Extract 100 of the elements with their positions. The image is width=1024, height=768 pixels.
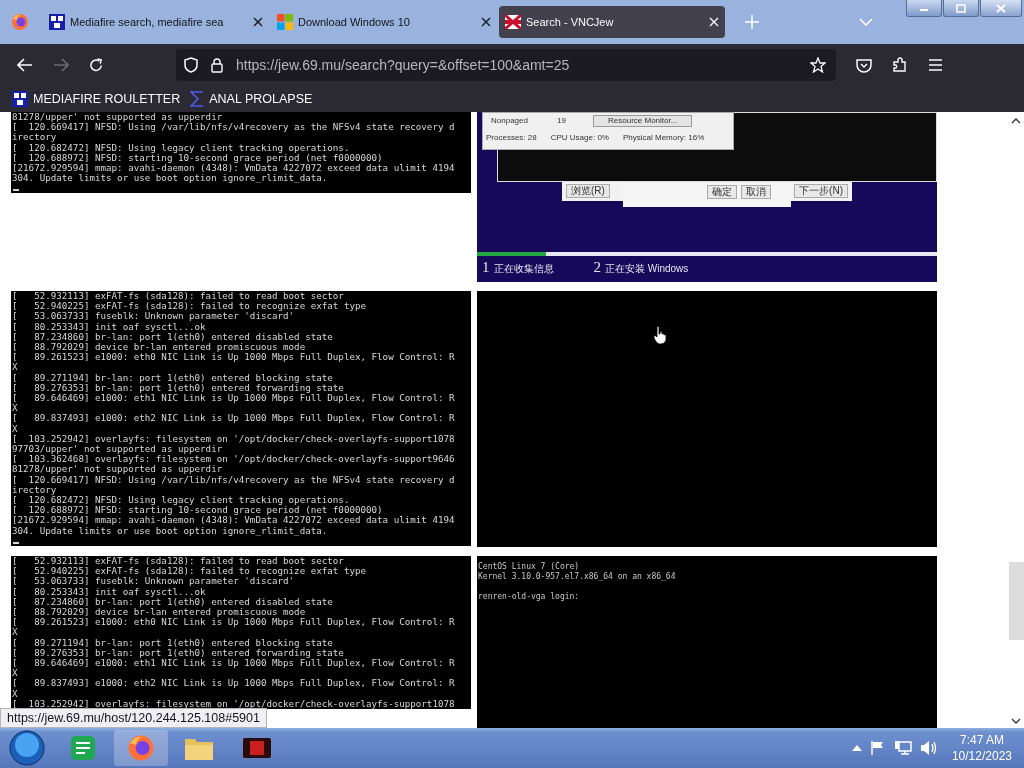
terminal-screenshot[interactable] [11, 291, 471, 546]
maximize-button[interactable] [943, 0, 979, 17]
close-icon [996, 3, 1006, 13]
step-number: 2 [593, 259, 601, 276]
terminal-line: [ 120.682472] NFSD: Using legacy client tracking operations. [12, 142, 351, 153]
minimize-button[interactable] [906, 0, 942, 17]
bookmark-item[interactable]: MEDIAFIRE ROULETTER [12, 91, 181, 107]
terminal-line: [ 89.646469] e1000: eth1 NIC Link is Up 1000 Mbps Full Duplex, Flow Control: R [12, 393, 456, 404]
step-label: 正在安装 Windows [605, 262, 689, 276]
scrollbar-thumb[interactable] [1008, 562, 1024, 640]
close-button[interactable] [980, 0, 1022, 17]
terminal-line: [ 52.940225] exFAT-fs (sda128): failed to recognize exfat type [12, 301, 367, 312]
address-bar[interactable]: https://jew.69.mu/search?query=&offset=100&amt=25 [176, 49, 836, 81]
reload-icon[interactable] [89, 57, 104, 73]
step-label: 正在收集信息 [493, 262, 554, 276]
taskbar-app[interactable] [114, 730, 168, 766]
terminal-line: [ 52.940225] exFAT-fs (sda128): failed to recognize exfat type [12, 566, 367, 577]
terminal-line: [ 52.932113] exFAT-fs (sda128): failed to read boot sector [12, 556, 345, 567]
stat-label: Nonpaged [491, 116, 529, 126]
console-line: CentOS Linux 7 (Core) [478, 562, 581, 572]
scroll-down-icon[interactable] [1011, 718, 1021, 724]
terminal-line: [ 88.792029] device br-lan entered promiscuous mode [12, 342, 307, 353]
terminal-line: X [12, 668, 19, 679]
terminal-line: [ 88.792029] device br-lan entered promiscuous mode [12, 607, 307, 618]
terminal-line: [ 103.252942] overlayfs: filesystem on '/opt/docker/check-overlayfs-support1078 [12, 433, 456, 445]
hand-cursor-icon [653, 325, 667, 345]
step-number: 1 [482, 259, 490, 276]
notes-app-icon [70, 735, 96, 761]
menu-icon[interactable] [928, 59, 943, 71]
status-text: Physical Memory: 16% [622, 133, 705, 143]
close-icon[interactable] [481, 17, 491, 27]
browser-logo-icon[interactable] [11, 13, 29, 31]
forward-icon[interactable] [53, 58, 69, 72]
back-icon[interactable] [17, 58, 33, 72]
flag-icon[interactable] [869, 740, 886, 756]
terminal-line: [ 89.837493] e1000: eth2 NIC Link is Up 1000 Mbps Full Duplex, Flow Control: R [12, 413, 456, 424]
dialog-button: 取消 [741, 185, 771, 199]
lock-icon[interactable] [211, 57, 223, 73]
status-text: Processes: 28 [486, 133, 537, 143]
terminal-line: [21672.929594] mmap: avahi-daemon (4348): VmData 4227072 exceed data ulimit 4194 [12, 515, 456, 526]
browser-tab[interactable]: Mediafire search, mediafire sea [43, 6, 269, 38]
terminal-line: [ 53.063733] fuseblk: Unknown parameter 'discard' [12, 311, 295, 322]
favicon-icon [49, 14, 65, 30]
flag-favicon-icon [505, 15, 521, 29]
maximize-icon [956, 3, 966, 13]
terminal-line: [ 89.276353] br-lan: port 1(eth0) entered forwarding state [12, 382, 345, 394]
terminal-line: [ 89.646469] e1000: eth1 NIC Link is Up 1000 Mbps Full Duplex, Flow Control: R [12, 658, 456, 669]
terminal-line: [ 120.688972] NFSD: starting 10-second grace period (net f0000000) [12, 152, 384, 163]
favicon-icon [12, 91, 28, 107]
terminal-line: [ 89.271194] br-lan: port 1(eth0) entered blocking state [12, 372, 334, 383]
status-text: CPU Usage: 0% [550, 133, 609, 143]
terminal-line: [ 120.688972] NFSD: starting 10-second grace period (net f0000000) [12, 505, 383, 516]
resource-monitor-button: Resource Monitor... [593, 115, 693, 127]
terminal-line: [ 87.234860] br-lan: port 1(eth0) entered disabled state [12, 331, 334, 342]
clock[interactable]: 7:47 AM 10/12/2023 [951, 732, 1012, 764]
start-orb-icon[interactable] [9, 730, 45, 766]
clock-date: 10/12/2023 [951, 748, 1012, 764]
shield-icon[interactable] [184, 57, 198, 73]
console-screenshot[interactable]: CentOS Linux 7 (Core) Kernel 3.10.0-957.el7.x86_64 on an x86_64 renren-old-vga login: [477, 556, 937, 728]
browser-tab[interactable]: Download Windows 10 [271, 6, 497, 38]
dialog-button: 下一步(N) [794, 184, 848, 198]
bookmark-star-icon[interactable] [810, 57, 826, 73]
terminal-line: [ 103.252942] overlayfs: filesystem on '/opt/docker/check-overlayfs-support1078 [12, 698, 456, 710]
network-icon[interactable] [893, 740, 912, 756]
terminal-line: [ 89.271194] br-lan: port 1(eth0) entered blocking state [12, 637, 334, 648]
terminal-line: X [12, 362, 19, 373]
scroll-up-icon[interactable] [1011, 118, 1021, 124]
terminal-line: [ 80.253343] init oaf sysctl...ok [12, 586, 206, 597]
terminal-line: [21672.929594] mmap: avahi-daemon (4348): VmData 4227072 exceed data ulimit 4194 [12, 163, 456, 174]
bookmark-item[interactable]: ANAL PROLAPSE [190, 91, 313, 107]
terminal-line: [ 89.261523] e1000: eth0 NIC Link is Up 1000 Mbps Full Duplex, Flow Control: R [12, 352, 456, 363]
terminal-line: irectory [12, 132, 58, 143]
terminal-line: 97703/upper' not supported as upperdir [12, 444, 224, 455]
tray-arrow-icon[interactable] [851, 745, 862, 751]
terminal-line: [ 89.837493] e1000: eth2 NIC Link is Up 1000 Mbps Full Duplex, Flow Control: R [12, 678, 456, 689]
terminal-line: 304. Update limits or use boot option ignore_rlimit_data. [12, 173, 329, 184]
browser-logo-icon [127, 734, 155, 762]
terminal-line: X [12, 627, 19, 638]
dialog-button: 确定 [707, 185, 737, 199]
url-text: https://jew.69.mu/search?query=&offset=100&amt=25 [236, 57, 571, 73]
terminal-line: 304. Update limits or use boot option ignore_rlimit_data. [12, 525, 329, 536]
terminal-screenshot[interactable] [11, 112, 471, 194]
windows-logo-icon [277, 14, 293, 30]
terminal-line: irectory [12, 484, 57, 496]
terminal-line: [ 89.276353] br-lan: port 1(eth0) entered forwarding state [12, 647, 345, 659]
app-icon [242, 735, 272, 761]
terminal-line: [ 120.669417] NFSD: Using /var/lib/nfs/v4recovery as the NFSv4 state recovery d [12, 474, 456, 485]
pocket-icon[interactable] [856, 57, 872, 73]
close-icon[interactable] [253, 17, 263, 27]
terminal-line: 81278/upper' not supported as upperdir [12, 464, 224, 475]
terminal-line: [ 120.682472] NFSD: Using legacy client tracking operations. [12, 495, 350, 506]
speaker-icon[interactable] [919, 740, 938, 756]
terminal-screenshot[interactable] [11, 556, 471, 710]
extensions-icon[interactable] [892, 57, 908, 73]
dialog-button: 浏览(R) [566, 184, 610, 198]
clock-time: 7:47 AM [959, 732, 1004, 748]
setup-screenshot[interactable]: Nonpaged 19 Resource Monitor... Processes: 28 CPU Usage: 0% Physical Memory: 16% 浏览(R) 确定 取消 下一步(N) 1 正在收集信息 2 正在安装 Windows [477, 112, 937, 282]
terminal-line: [ 103.362468] overlayfs: filesystem on '/opt/docker/check-overlayfs-support9646 [12, 454, 456, 465]
console-line: Kernel 3.10.0-957.el7.x86_64 on an x86_64 [478, 572, 677, 582]
browser-tab[interactable]: Search - VNCJew [499, 6, 725, 38]
